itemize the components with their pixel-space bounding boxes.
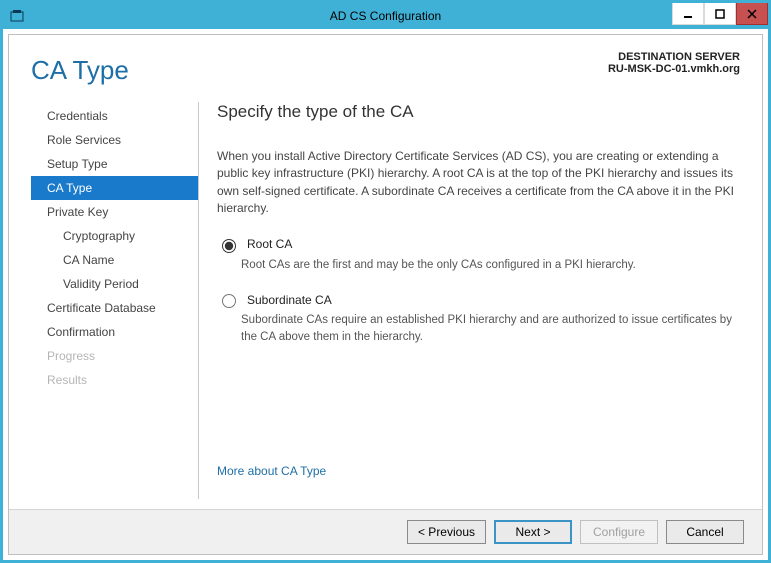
- sidebar-item-results: Results: [31, 368, 198, 392]
- next-button[interactable]: Next >: [494, 520, 572, 544]
- content-panel: CA Type DESTINATION SERVER RU-MSK-DC-01.…: [8, 34, 763, 555]
- sidebar-item-setup-type[interactable]: Setup Type: [31, 152, 198, 176]
- app-icon: [9, 8, 25, 24]
- minimize-button[interactable]: [672, 3, 704, 25]
- sidebar-item-credentials[interactable]: Credentials: [31, 104, 198, 128]
- window-title: AD CS Configuration: [3, 9, 768, 23]
- sidebar-item-validity-period[interactable]: Validity Period: [31, 272, 198, 296]
- sidebar-item-cryptography[interactable]: Cryptography: [31, 224, 198, 248]
- main-panel: Specify the type of the CA When you inst…: [199, 102, 740, 499]
- cancel-button[interactable]: Cancel: [666, 520, 744, 544]
- header: CA Type DESTINATION SERVER RU-MSK-DC-01.…: [9, 35, 762, 86]
- option-desc-sub: Subordinate CAs require an established P…: [241, 312, 736, 345]
- page-title: CA Type: [31, 55, 129, 86]
- window-controls: [672, 3, 768, 25]
- intro-text: When you install Active Directory Certif…: [217, 148, 736, 218]
- option-label-sub[interactable]: Subordinate CA: [247, 293, 332, 307]
- wizard-window: AD CS Configuration CA Type DESTINATION …: [0, 0, 771, 563]
- maximize-button[interactable]: [704, 3, 736, 25]
- wizard-steps: CredentialsRole ServicesSetup TypeCA Typ…: [31, 102, 199, 499]
- footer: < Previous Next > Configure Cancel: [9, 509, 762, 554]
- sidebar-item-role-services[interactable]: Role Services: [31, 128, 198, 152]
- previous-button[interactable]: < Previous: [407, 520, 486, 544]
- sidebar-item-certificate-database[interactable]: Certificate Database: [31, 296, 198, 320]
- configure-button: Configure: [580, 520, 658, 544]
- option-label-root[interactable]: Root CA: [247, 237, 292, 251]
- sidebar-item-ca-type[interactable]: CA Type: [31, 176, 198, 200]
- option-sub: Subordinate CA Subordinate CAs require an…: [217, 291, 736, 345]
- radio-root[interactable]: [222, 239, 236, 253]
- destination-server: DESTINATION SERVER RU-MSK-DC-01.vmkh.org: [608, 49, 740, 86]
- destination-value: RU-MSK-DC-01.vmkh.org: [608, 63, 740, 75]
- sidebar-item-confirmation[interactable]: Confirmation: [31, 320, 198, 344]
- option-root: Root CA Root CAs are the first and may be…: [217, 236, 736, 274]
- destination-label: DESTINATION SERVER: [608, 51, 740, 63]
- sidebar-item-ca-name[interactable]: CA Name: [31, 248, 198, 272]
- radio-sub[interactable]: [222, 294, 236, 308]
- option-desc-root: Root CAs are the first and may be the on…: [241, 257, 736, 274]
- close-button[interactable]: [736, 3, 768, 25]
- sidebar-item-private-key[interactable]: Private Key: [31, 200, 198, 224]
- main-heading: Specify the type of the CA: [217, 102, 736, 122]
- sidebar-item-progress: Progress: [31, 344, 198, 368]
- body: CredentialsRole ServicesSetup TypeCA Typ…: [9, 86, 762, 509]
- titlebar: AD CS Configuration: [3, 3, 768, 29]
- more-about-link[interactable]: More about CA Type: [217, 464, 326, 478]
